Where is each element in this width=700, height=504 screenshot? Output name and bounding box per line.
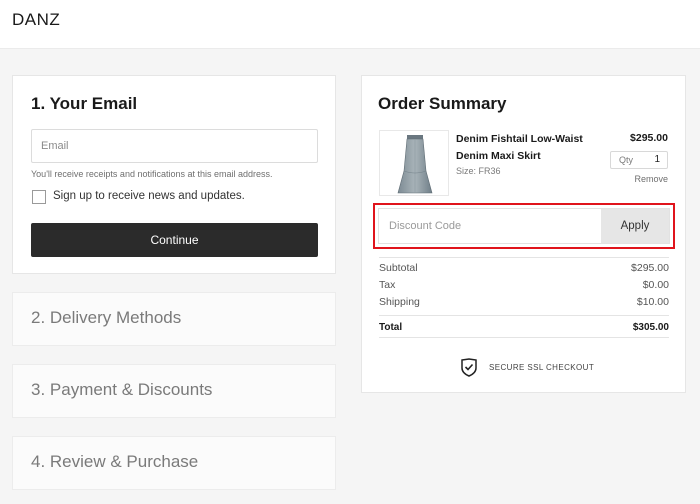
newsletter-checkbox[interactable] [32,190,46,204]
review-purchase-step[interactable]: 4. Review & Purchase [12,436,336,490]
shipping-label: Shipping [379,296,420,308]
summary-divider [379,257,669,258]
secure-checkout-badge: SECURE SSL CHECKOUT [460,358,620,378]
quantity-value: 1 [654,154,660,165]
continue-button[interactable]: Continue [31,223,318,257]
review-step-title: 4. Review & Purchase [31,452,199,471]
brand-logo[interactable]: DANZ [12,10,60,30]
newsletter-label[interactable]: Sign up to receive news and updates. [53,190,245,202]
total-bottom-divider [379,337,669,338]
discount-code-input[interactable] [379,209,601,243]
total-label: Total [379,322,403,333]
tax-value: $0.00 [642,279,669,291]
total-value: $305.00 [632,322,669,333]
total-divider [379,315,669,316]
quantity-stepper[interactable]: Qty 1 [610,151,668,169]
tax-label: Tax [379,279,396,291]
product-price: $295.00 [630,132,668,144]
delivery-methods-step[interactable]: 2. Delivery Methods [12,292,336,346]
denim-skirt-image [397,135,433,194]
apply-discount-button[interactable]: Apply [601,209,669,243]
email-step-title: 1. Your Email [31,94,138,113]
product-size: Size: FR36 [456,166,501,176]
top-bar: DANZ [0,0,700,49]
subtotal-value: $295.00 [631,262,669,274]
email-helper-text: You'll receive receipts and notification… [31,169,273,179]
delivery-step-title: 2. Delivery Methods [31,308,182,327]
product-name[interactable]: Denim Fishtail Low-Waist Denim Maxi Skir… [456,131,596,165]
discount-code-highlight: Apply [373,203,675,249]
product-thumbnail[interactable] [379,130,449,196]
order-summary-title: Order Summary [378,94,507,113]
order-summary-panel: Order Summary Denim Fishtail Low-Waist D… [361,75,686,393]
remove-item-link[interactable]: Remove [634,174,668,184]
payment-step-title: 3. Payment & Discounts [31,380,213,399]
subtotal-label: Subtotal [379,262,418,274]
secure-checkout-label: SECURE SSL CHECKOUT [489,363,595,372]
payment-discounts-step[interactable]: 3. Payment & Discounts [12,364,336,418]
quantity-label: Qty [619,155,634,165]
email-step-panel: 1. Your Email You'll receive receipts an… [12,75,336,274]
shipping-value: $10.00 [636,296,669,308]
shield-check-icon [461,358,477,377]
email-input[interactable] [31,129,318,163]
